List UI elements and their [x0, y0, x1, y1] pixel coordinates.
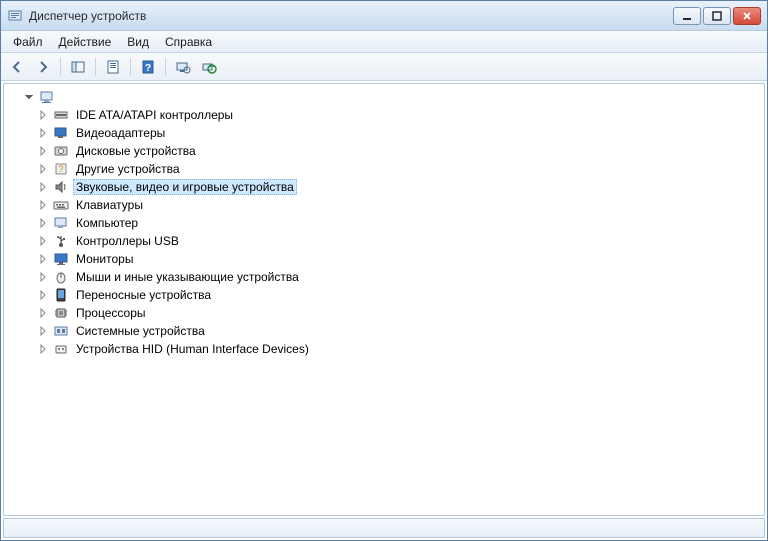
- menu-file[interactable]: Файл: [5, 33, 51, 51]
- collapse-icon[interactable]: [22, 90, 36, 104]
- mouse-icon: [53, 269, 69, 285]
- expand-icon[interactable]: [36, 108, 50, 122]
- tree-item-label: Мыши и иные указывающие устройства: [73, 269, 302, 285]
- titlebar[interactable]: Диспетчер устройств: [1, 1, 767, 31]
- tree-item-label: Видеоадаптеры: [73, 125, 168, 141]
- window-title: Диспетчер устройств: [29, 9, 673, 23]
- tree-item-label: Процессоры: [73, 305, 149, 321]
- expand-icon[interactable]: [36, 342, 50, 356]
- tree-item[interactable]: Дисковые устройства: [6, 142, 762, 160]
- svg-text:?: ?: [145, 63, 151, 74]
- tree-item[interactable]: ? Другие устройства: [6, 160, 762, 178]
- tree-item[interactable]: Процессоры: [6, 304, 762, 322]
- minimize-button[interactable]: [673, 7, 701, 25]
- disk-icon: [53, 143, 69, 159]
- monitor-icon: [53, 251, 69, 267]
- show-hide-tree-button[interactable]: [66, 56, 90, 78]
- close-button[interactable]: [733, 7, 761, 25]
- app-icon: [7, 8, 23, 24]
- tree-item[interactable]: Мониторы: [6, 250, 762, 268]
- window-controls: [673, 7, 761, 25]
- sound-icon: [53, 179, 69, 195]
- maximize-button[interactable]: [703, 7, 731, 25]
- tree-item-label: Звуковые, видео и игровые устройства: [73, 179, 297, 195]
- toolbar-separator: [60, 58, 61, 76]
- scan-hardware-button[interactable]: [171, 56, 195, 78]
- tree-item-label: Другие устройства: [73, 161, 183, 177]
- tree-item[interactable]: Системные устройства: [6, 322, 762, 340]
- tree-item-label: Дисковые устройства: [73, 143, 199, 159]
- svg-text:?: ?: [58, 164, 63, 174]
- computer-icon: [39, 89, 55, 105]
- tree-item-label: Переносные устройства: [73, 287, 214, 303]
- computer-icon: [53, 215, 69, 231]
- tree-item[interactable]: IDE ATA/ATAPI контроллеры: [6, 106, 762, 124]
- tree-item-label: Компьютер: [73, 215, 141, 231]
- system-icon: [53, 323, 69, 339]
- root-label: [59, 96, 65, 98]
- statusbar: [3, 518, 765, 538]
- tree-item-label: Клавиатуры: [73, 197, 146, 213]
- expand-icon[interactable]: [36, 252, 50, 266]
- device-manager-window: Диспетчер устройств Файл Действие Вид Сп…: [0, 0, 768, 541]
- tree-item-label: Устройства HID (Human Interface Devices): [73, 341, 312, 357]
- cpu-icon: [53, 305, 69, 321]
- expand-icon[interactable]: [36, 180, 50, 194]
- toolbar-separator: [130, 58, 131, 76]
- expand-icon[interactable]: [36, 162, 50, 176]
- other-icon: ?: [53, 161, 69, 177]
- menubar: Файл Действие Вид Справка: [1, 31, 767, 53]
- hid-icon: [53, 341, 69, 357]
- usb-icon: [53, 233, 69, 249]
- expand-icon[interactable]: [36, 126, 50, 140]
- back-button[interactable]: [5, 56, 29, 78]
- tree-item-label: IDE ATA/ATAPI контроллеры: [73, 107, 236, 123]
- expand-icon[interactable]: [36, 198, 50, 212]
- tree-item[interactable]: Контроллеры USB: [6, 232, 762, 250]
- keyboard-icon: [53, 197, 69, 213]
- menu-help[interactable]: Справка: [157, 33, 220, 51]
- menu-view[interactable]: Вид: [119, 33, 157, 51]
- tree-item-label: Контроллеры USB: [73, 233, 182, 249]
- tree-item[interactable]: Мыши и иные указывающие устройства: [6, 268, 762, 286]
- device-tree[interactable]: IDE ATA/ATAPI контроллеры Видеоадаптеры Ди…: [3, 83, 765, 516]
- tree-item[interactable]: Видеоадаптеры: [6, 124, 762, 142]
- tree-item-label: Системные устройства: [73, 323, 208, 339]
- tree-item-label: Мониторы: [73, 251, 136, 267]
- tree-item[interactable]: Устройства HID (Human Interface Devices): [6, 340, 762, 358]
- toolbar-separator: [95, 58, 96, 76]
- tree-item[interactable]: Звуковые, видео и игровые устройства: [6, 178, 762, 196]
- tree-item[interactable]: Переносные устройства: [6, 286, 762, 304]
- tree-item[interactable]: Компьютер: [6, 214, 762, 232]
- expand-icon[interactable]: [36, 306, 50, 320]
- portable-icon: [53, 287, 69, 303]
- toolbar-separator: [165, 58, 166, 76]
- expand-icon[interactable]: [36, 216, 50, 230]
- tree-item[interactable]: Клавиатуры: [6, 196, 762, 214]
- properties-button[interactable]: [101, 56, 125, 78]
- content-area: IDE ATA/ATAPI контроллеры Видеоадаптеры Ди…: [1, 81, 767, 540]
- expand-icon[interactable]: [36, 144, 50, 158]
- expand-icon[interactable]: [36, 288, 50, 302]
- update-driver-button[interactable]: [197, 56, 221, 78]
- expand-icon[interactable]: [36, 324, 50, 338]
- menu-action[interactable]: Действие: [51, 33, 120, 51]
- ide-icon: [53, 107, 69, 123]
- expand-icon[interactable]: [36, 270, 50, 284]
- help-button[interactable]: ?: [136, 56, 160, 78]
- expand-icon[interactable]: [36, 234, 50, 248]
- toolbar: ?: [1, 53, 767, 81]
- forward-button[interactable]: [31, 56, 55, 78]
- tree-root-node[interactable]: [6, 88, 762, 106]
- display-icon: [53, 125, 69, 141]
